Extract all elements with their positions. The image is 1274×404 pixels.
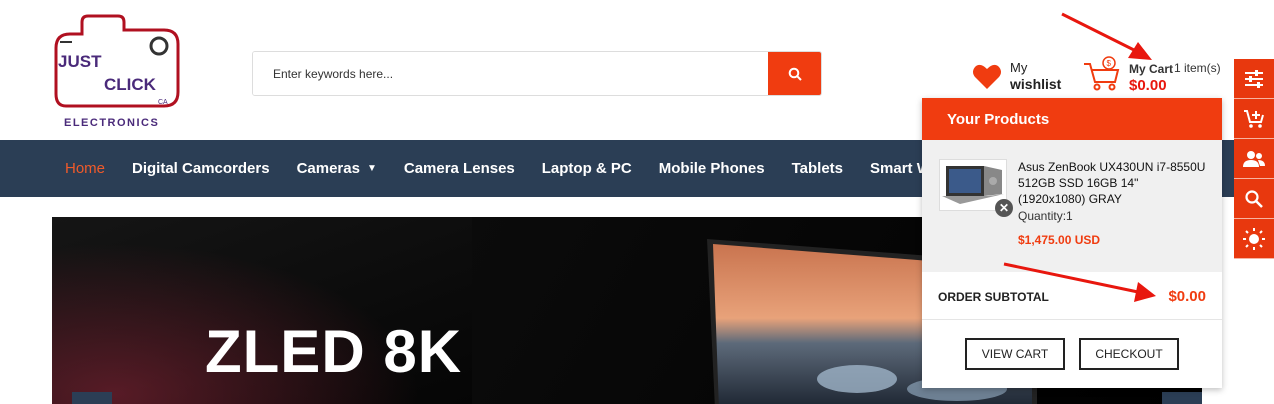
sliders-icon — [1245, 69, 1263, 88]
logo-text-click: CLICK — [104, 75, 157, 94]
cart-dropdown: Your Products ✕ Asus ZenBook UX430UN i7-… — [922, 98, 1222, 388]
order-subtotal-value: $0.00 — [1168, 288, 1206, 305]
slider-prev-button[interactable] — [72, 392, 112, 404]
nav-item-mobile-phones[interactable]: Mobile Phones — [659, 160, 765, 177]
view-cart-button[interactable]: VIEW CART — [965, 338, 1065, 370]
search-bar — [252, 51, 822, 96]
nav-label: Home — [65, 160, 106, 177]
nav-label: Mobile Phones — [658, 160, 765, 177]
annotation-arrow-cart — [1061, 12, 1152, 60]
cart-label: My Cart — [1129, 62, 1174, 76]
site-logo[interactable]: JUST CLICK CA ELECTRONICS — [52, 12, 182, 130]
nav-label: Laptop & PC — [541, 160, 632, 177]
add-to-cart-button[interactable] — [1234, 99, 1274, 139]
page: JUST CLICK CA ELECTRONICS My wishlist — [0, 0, 1274, 404]
banner-headline: ZLED 8K — [205, 318, 463, 385]
users-icon — [1243, 150, 1265, 167]
search-icon — [1245, 189, 1263, 208]
wishlist-text: My wishlist — [1010, 60, 1061, 92]
search-input[interactable] — [253, 52, 768, 95]
nav-item-tablets[interactable]: Tablets — [792, 160, 843, 177]
search-icon — [788, 67, 802, 81]
cart-dropdown-title: Your Products — [922, 98, 1222, 140]
product-price: $1,475.00 USD — [1018, 233, 1101, 247]
wishlist-label: wishlist — [1010, 76, 1062, 92]
nav-label: Cameras — [296, 160, 360, 177]
cart-item: ✕ Asus ZenBook UX430UN i7-8550U 512GB SS… — [922, 140, 1222, 272]
nav-item-laptop-pc[interactable]: Laptop & PC — [542, 160, 632, 177]
logo-text-just: JUST — [58, 52, 102, 71]
side-toolbar — [1234, 59, 1274, 259]
nav-item-home[interactable]: Home — [65, 160, 105, 177]
order-subtotal-label: ORDER SUBTOTAL — [938, 290, 1049, 304]
cart-total: $0.00 — [1129, 77, 1167, 94]
quick-search-button[interactable] — [1234, 179, 1274, 219]
nav-item-camera-lenses[interactable]: Camera Lenses — [404, 160, 515, 177]
search-button[interactable] — [768, 52, 821, 95]
wishlist-link[interactable]: My wishlist — [972, 60, 1061, 92]
product-name[interactable]: Asus ZenBook UX430UN i7-8550U 512GB SSD … — [1018, 159, 1208, 207]
nav-item-digital-camcorders[interactable]: Digital Camcorders — [132, 160, 270, 177]
heart-icon — [973, 64, 1001, 89]
theme-toggle-button[interactable] — [1234, 219, 1274, 259]
nav-item-cameras[interactable]: Cameras ▼ — [297, 160, 377, 177]
nav-label: Digital Camcorders — [132, 160, 270, 177]
remove-item-button[interactable]: ✕ — [995, 199, 1013, 217]
wishlist-label-my: My — [1010, 60, 1028, 75]
logo-text-ca: CA — [158, 99, 168, 106]
product-quantity: Quantity:1 — [1018, 209, 1073, 223]
svg-text:$: $ — [1107, 59, 1112, 68]
checkout-button[interactable]: CHECKOUT — [1079, 338, 1179, 370]
slider-next-button[interactable] — [1162, 392, 1202, 404]
filters-button[interactable] — [1234, 59, 1274, 99]
order-subtotal-row: ORDER SUBTOTAL $0.00 — [922, 272, 1222, 320]
shopping-cart-icon: $ — [1084, 56, 1120, 91]
nav-label: Camera Lenses — [403, 160, 515, 177]
logo-text-electronics: ELECTRONICS — [64, 117, 159, 129]
nav-label: Tablets — [791, 160, 844, 177]
cart-item-count: 1 item(s) — [1174, 61, 1221, 75]
brightness-icon — [1243, 227, 1265, 250]
cart-add-icon — [1244, 109, 1264, 128]
camera-logo-icon: JUST CLICK CA ELECTRONICS — [54, 14, 180, 129]
chevron-down-icon: ▼ — [366, 163, 377, 174]
account-button[interactable] — [1234, 139, 1274, 179]
